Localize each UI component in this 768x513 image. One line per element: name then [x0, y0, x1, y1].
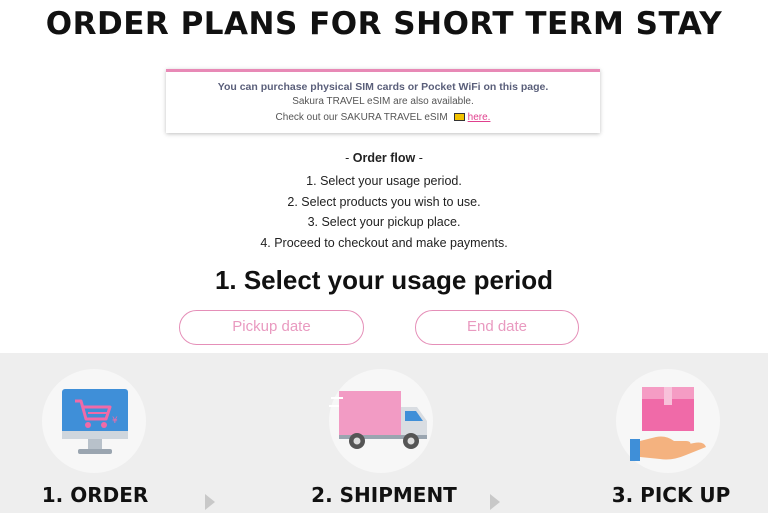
shipment-step-circle [329, 369, 433, 473]
order-flow-step: 2. Select products you wish to use. [287, 194, 481, 209]
order-flow-dash-right: - [415, 151, 423, 165]
svg-text:¥: ¥ [112, 416, 118, 426]
order-flow: - Order flow - 1. Select your usage peri… [0, 151, 768, 253]
end-date-input[interactable]: End date [415, 310, 579, 345]
step-label-shipment: 2. SHIPMENT [311, 483, 457, 507]
order-flow-title-text: Order flow [352, 151, 416, 165]
pickup-step-circle [616, 369, 720, 473]
chevron-right-icon [490, 494, 500, 510]
pickup-date-input[interactable]: Pickup date [179, 310, 364, 345]
order-flow-title: - Order flow - [0, 151, 768, 165]
esim-here-link[interactable]: here. [468, 112, 491, 123]
order-flow-step: 3. Select your pickup place. [307, 215, 461, 229]
notice-esim-text: Check out our SAKURA TRAVEL eSIM [275, 112, 448, 123]
notice-line-physical-sim: You can purchase physical SIM cards or P… [217, 81, 549, 93]
process-steps-band: ¥ 1. ORDER 2. SHIPMENT 3. PICK UP [0, 353, 768, 513]
order-flow-step: 1. Select your usage period. [306, 174, 462, 188]
step-label-order: 1. ORDER [41, 483, 149, 507]
usage-period-heading: 1. Select your usage period [214, 265, 554, 295]
shopping-cart-monitor-icon: ¥ [62, 389, 128, 454]
notice-line-esim-link: Check out our SAKURA TRAVEL eSIM here. [166, 112, 600, 123]
delivery-truck-icon [329, 391, 427, 449]
chevron-right-icon [205, 494, 215, 510]
hand-box-icon [630, 387, 706, 461]
order-flow-dash-left: - [345, 151, 353, 165]
sim-card-icon [453, 113, 465, 121]
page-title: ORDER PLANS FOR SHORT TERM STAY [45, 6, 723, 42]
notice-line-esim-available: Sakura TRAVEL eSIM are also available. [292, 96, 474, 107]
order-flow-step: 4. Proceed to checkout and make payments… [260, 235, 508, 250]
purchase-notice: You can purchase physical SIM cards or P… [166, 69, 600, 133]
step-label-pickup: 3. PICK UP [611, 483, 731, 507]
order-step-circle: ¥ [42, 369, 146, 473]
